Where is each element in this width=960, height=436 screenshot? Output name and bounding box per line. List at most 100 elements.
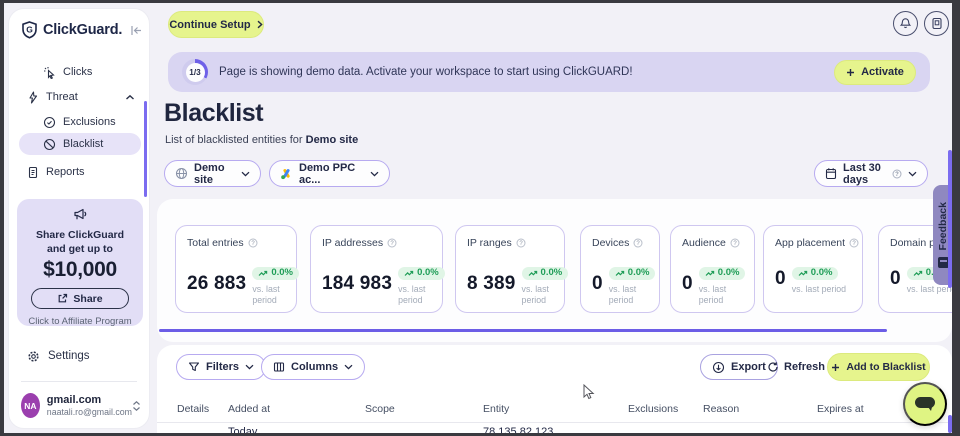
svg-text:?: ? [895, 172, 899, 178]
refresh-button[interactable]: Refresh [767, 354, 825, 380]
stat-card-ip-addresses: IP addresses ? 184 983 0.0% vs. last per… [310, 225, 443, 313]
chevron-down-icon [370, 171, 379, 177]
continue-setup-button[interactable]: Continue Setup [168, 11, 264, 38]
gear-icon [27, 350, 40, 363]
affiliate-promo-card[interactable]: Share ClickGuard and get up to $10,000 S… [17, 199, 143, 326]
globe-icon [175, 167, 188, 180]
stat-card-audience: Audience ? 0 0.0% vs. last period [670, 225, 755, 313]
info-icon[interactable]: ? [730, 238, 740, 248]
trend-badge: 0.0% [792, 267, 839, 280]
sidebar-item-reports[interactable]: Reports [19, 161, 141, 183]
notifications-button[interactable] [893, 11, 918, 36]
info-icon[interactable]: ? [849, 238, 859, 248]
chat-widget-button[interactable] [903, 382, 947, 426]
continue-setup-label: Continue Setup [169, 19, 250, 31]
speech-bubble-icon [914, 395, 936, 413]
trend-badge: 0.0% [609, 267, 656, 280]
app-background: G ClickGuard. Clicks Threat [4, 3, 952, 433]
chevron-down-icon [908, 171, 917, 177]
click-cursor-icon [43, 66, 56, 79]
trend-value: 0.0% [718, 268, 740, 279]
column-header-scope[interactable]: Scope [365, 403, 395, 415]
page-scrollbar-thumb-lower[interactable] [948, 415, 952, 433]
sidebar-item-blacklist[interactable]: Blacklist [19, 133, 141, 155]
activate-label: Activate [861, 66, 904, 78]
filters-label: Filters [206, 361, 239, 373]
logo: G ClickGuard. [21, 21, 143, 39]
stats-horizontal-scrollbar[interactable] [159, 329, 887, 332]
info-icon[interactable]: ? [516, 238, 526, 248]
stat-label: Total entries [187, 237, 244, 249]
export-label: Export [731, 361, 766, 373]
sidebar-item-label: Threat [46, 91, 78, 103]
refresh-icon [767, 361, 779, 373]
stat-card-devices: Devices ? 0 0.0% vs. last period [580, 225, 660, 313]
info-icon[interactable]: ? [387, 238, 397, 248]
stat-card-total-entries: Total entries ? 26 883 0.0% vs. last per… [175, 225, 297, 313]
column-header-details[interactable]: Details [177, 403, 209, 415]
site-selector-value: Demo site [194, 162, 235, 186]
share-button[interactable]: Share [31, 288, 129, 309]
table-row-entity[interactable]: 78.135.82.123 [483, 426, 553, 433]
chevron-updown-icon [132, 400, 141, 412]
chevron-down-icon [245, 364, 254, 370]
filters-button[interactable]: Filters [176, 354, 266, 380]
collapse-sidebar-icon[interactable] [130, 25, 143, 36]
ppc-account-selector[interactable]: Demo PPC ac... [269, 160, 390, 187]
demo-data-banner: 1/3 Page is showing demo data. Activate … [168, 52, 930, 92]
sidebar-item-label: Reports [46, 166, 85, 178]
sidebar-item-label: Clicks [63, 66, 92, 78]
chevron-right-icon [257, 20, 263, 29]
page-title: Blacklist [164, 99, 263, 128]
info-icon[interactable]: ? [248, 238, 258, 248]
info-icon[interactable]: ? [633, 238, 643, 248]
trend-value: 0.0% [271, 268, 293, 279]
chevron-down-icon [344, 364, 353, 370]
columns-icon [273, 361, 285, 373]
sidebar-item-exclusions[interactable]: Exclusions [19, 111, 141, 133]
column-header-entity[interactable]: Entity [483, 403, 509, 415]
column-header-reason[interactable]: Reason [703, 403, 739, 415]
trend-value: 0.0% [628, 268, 650, 279]
column-header-expires-at[interactable]: Expires at [817, 403, 864, 415]
stat-label: App placement [775, 237, 845, 249]
stat-value: 0 [775, 268, 786, 290]
site-selector[interactable]: Demo site [164, 160, 261, 187]
sidebar-item-clicks[interactable]: Clicks [19, 61, 141, 83]
ppc-account-value: Demo PPC ac... [299, 162, 364, 186]
trend-value: 0.0% [417, 268, 439, 279]
trend-value: 0.0% [811, 268, 833, 279]
stat-card-app-placement: App placement ? 0 0.0% vs. last period [763, 225, 863, 313]
stats-panel: Total entries ? 26 883 0.0% vs. last per… [157, 199, 952, 342]
page-subtitle-site: Demo site [306, 134, 359, 146]
account-menu[interactable]: NA gmail.com naatali.ro@gmail.com [21, 393, 141, 418]
stat-label: Devices [592, 237, 629, 249]
column-header-added-at[interactable]: Added at [228, 403, 270, 415]
sidebar-scrollbar[interactable] [144, 101, 147, 197]
document-icon [27, 166, 39, 179]
bell-icon [899, 17, 912, 30]
logo-text: ClickGuard. [43, 22, 122, 38]
add-to-blacklist-button[interactable]: Add to Blacklist [827, 353, 930, 381]
chevron-up-icon[interactable] [125, 94, 141, 101]
stat-value: 8 389 [467, 273, 516, 295]
sidebar-item-settings[interactable]: Settings [19, 345, 90, 367]
share-button-label: Share [73, 293, 102, 305]
page-scrollbar-thumb[interactable] [948, 150, 952, 288]
docs-button[interactable] [924, 11, 949, 36]
activate-button[interactable]: Activate [834, 60, 916, 85]
sidebar-divider [21, 381, 137, 382]
sidebar-item-label: Exclusions [63, 116, 116, 128]
megaphone-icon [72, 207, 88, 222]
table-row-added-at[interactable]: Today [228, 426, 257, 433]
mouse-cursor [583, 384, 595, 401]
setup-progress-ring: 1/3 [182, 59, 208, 85]
avatar: NA [21, 393, 40, 418]
external-link-icon [57, 293, 68, 304]
date-range-selector[interactable]: Last 30 days ? [814, 160, 928, 187]
sidebar-item-threat[interactable]: Threat [19, 86, 141, 108]
column-header-exclusions[interactable]: Exclusions [628, 403, 678, 415]
columns-button[interactable]: Columns [261, 354, 365, 380]
stat-label: IP addresses [322, 237, 383, 249]
trend-badge: 0.0% [252, 267, 299, 280]
